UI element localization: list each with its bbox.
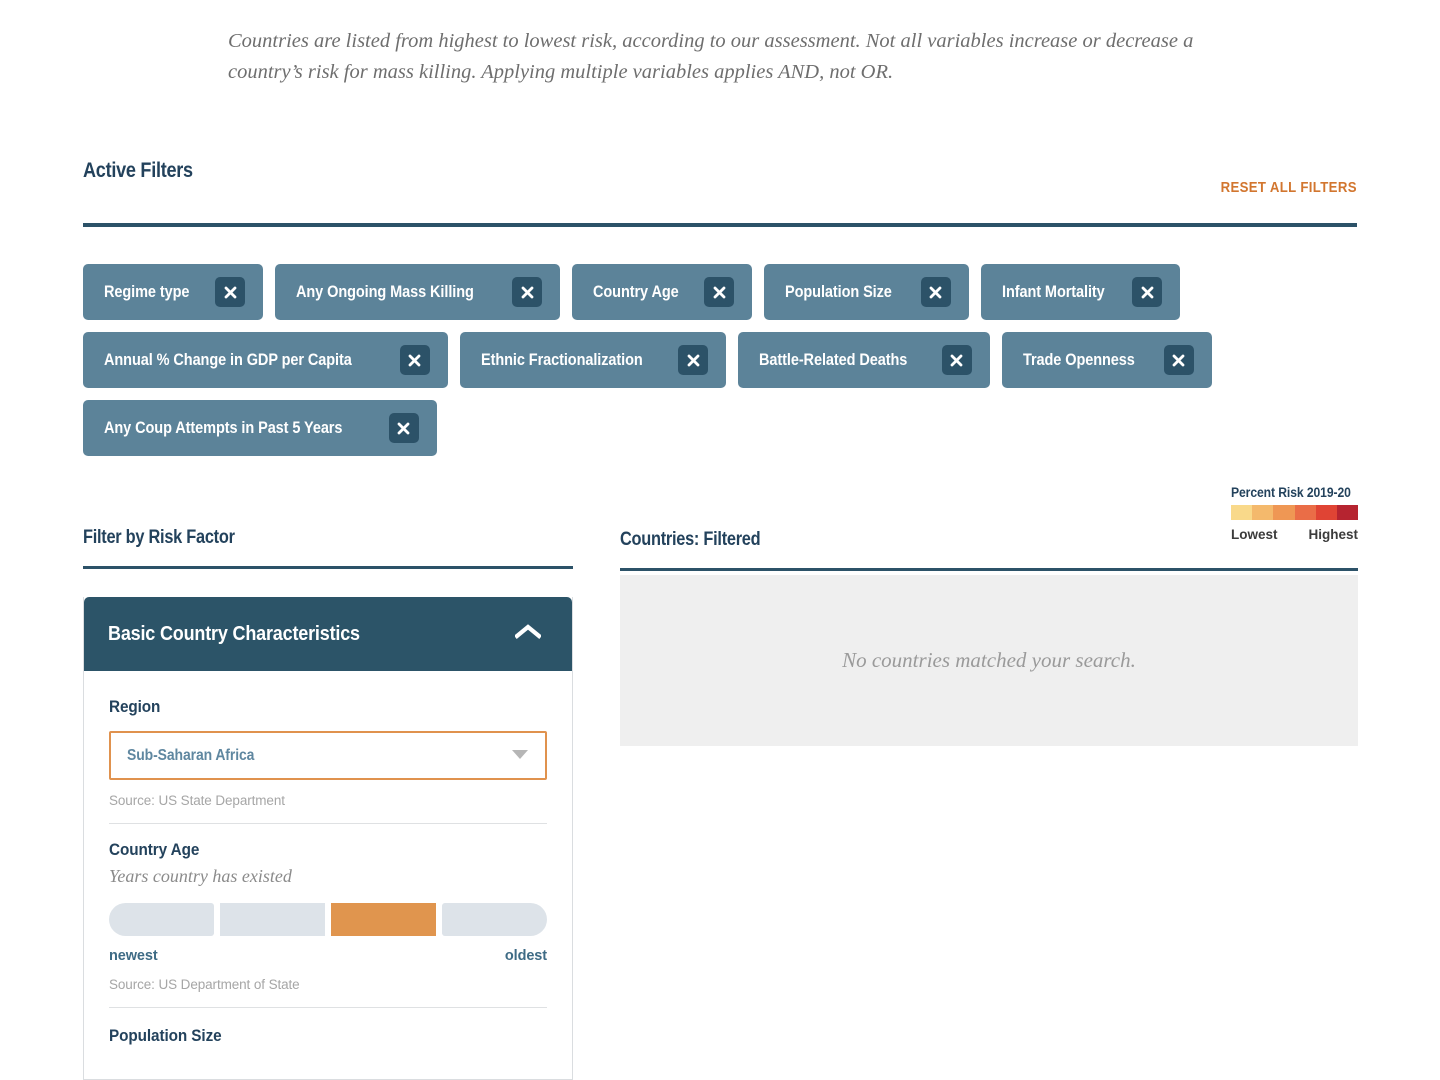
active-filters-divider <box>83 223 1357 227</box>
field-divider <box>109 1007 547 1008</box>
basic-country-characteristics-panel: Basic Country Characteristics Region Sub… <box>83 597 573 1080</box>
population-size-label: Population Size <box>109 1026 222 1045</box>
legend-swatch <box>1252 505 1274 520</box>
country-age-segment-slider[interactable] <box>109 903 547 936</box>
remove-filter-icon[interactable] <box>399 345 430 375</box>
remove-filter-icon[interactable] <box>388 413 419 443</box>
filter-chip[interactable]: Any Coup Attempts in Past 5 Years <box>83 400 437 456</box>
countries-column-header: Countries: Filtered <box>620 529 1358 571</box>
filter-chip-label: Trade Openness <box>1022 350 1135 369</box>
country-age-source: Source: US Department of State <box>109 977 300 992</box>
remove-filter-icon[interactable] <box>704 277 735 307</box>
legend-swatch <box>1294 505 1316 520</box>
chip-row: Any Coup Attempts in Past 5 Years <box>83 400 1363 456</box>
filter-chip-label: Population Size <box>785 282 893 301</box>
filter-chip-label: Regime type <box>104 282 190 301</box>
filter-chip-label: Any Ongoing Mass Killing <box>296 282 474 301</box>
filter-column-divider <box>83 566 573 569</box>
risk-assessment-page: Countries are listed from highest to low… <box>0 0 1440 1080</box>
filter-chip-label: Battle-Related Deaths <box>759 350 908 369</box>
filter-chip[interactable]: Any Ongoing Mass Killing <box>275 264 561 320</box>
country-age-max-label: oldest <box>504 948 547 964</box>
reset-all-filters-button[interactable]: RESET ALL FILTERS <box>1221 179 1357 196</box>
remove-filter-icon[interactable] <box>512 277 543 307</box>
filter-chip[interactable]: Regime type <box>83 264 264 320</box>
empty-state-message: No countries matched your search. <box>842 648 1136 672</box>
filter-chip[interactable]: Ethnic Fractionalization <box>459 332 727 388</box>
remove-filter-icon[interactable] <box>1132 277 1163 307</box>
country-age-range-labels: newest oldest <box>109 948 547 964</box>
chevron-up-icon[interactable] <box>514 623 542 645</box>
field-divider <box>109 823 547 824</box>
filter-chip[interactable]: Infant Mortality <box>980 264 1181 320</box>
remove-filter-icon[interactable] <box>941 345 972 375</box>
countries-column-divider <box>620 568 1358 571</box>
intro-paragraph: Countries are listed from highest to low… <box>228 30 1194 83</box>
panel-body: Region Sub-Saharan Africa Source: US Sta… <box>84 671 572 1046</box>
filter-chip[interactable]: Trade Openness <box>1001 332 1212 388</box>
active-filters-heading: Active Filters <box>83 159 193 182</box>
country-age-segment-4[interactable] <box>442 903 547 936</box>
legend-title: Percent Risk 2019-20 <box>1231 485 1351 500</box>
remove-filter-icon[interactable] <box>678 345 709 375</box>
chevron-down-icon[interactable] <box>511 747 529 765</box>
active-filter-chip-list: Regime type Any Ongoing Mass Killing Cou… <box>83 264 1363 468</box>
countries-empty-state: No countries matched your search. <box>620 575 1358 746</box>
remove-filter-icon[interactable] <box>215 277 246 307</box>
legend-gradient-bar <box>1231 505 1359 520</box>
legend-swatch <box>1336 505 1359 520</box>
country-age-segment-1[interactable] <box>109 903 214 936</box>
region-select[interactable]: Sub-Saharan Africa <box>109 731 547 780</box>
chip-row: Regime type Any Ongoing Mass Killing Cou… <box>83 264 1363 320</box>
region-label: Region <box>109 697 161 716</box>
legend-swatch <box>1231 505 1253 520</box>
country-age-label: Country Age <box>109 840 200 859</box>
filter-column-header: Filter by Risk Factor <box>83 527 573 569</box>
legend-swatch <box>1273 505 1295 520</box>
region-source: Source: US State Department <box>109 793 285 808</box>
filter-chip[interactable]: Country Age <box>572 264 753 320</box>
filter-chip-label: Infant Mortality <box>1001 282 1105 301</box>
filter-chip[interactable]: Annual % Change in GDP per Capita <box>83 332 448 388</box>
filter-chip[interactable]: Battle-Related Deaths <box>738 332 990 388</box>
chip-row: Annual % Change in GDP per Capita Ethnic… <box>83 332 1363 388</box>
country-age-segment-2[interactable] <box>220 903 325 936</box>
countries-filtered-heading: Countries: Filtered <box>620 529 761 550</box>
filter-chip-label: Any Coup Attempts in Past 5 Years <box>104 418 343 437</box>
legend-swatch <box>1315 505 1337 520</box>
filter-by-risk-factor-heading: Filter by Risk Factor <box>83 527 235 548</box>
country-age-min-label: newest <box>109 948 158 964</box>
filter-chip-label: Country Age <box>593 282 679 301</box>
remove-filter-icon[interactable] <box>1163 345 1194 375</box>
panel-title: Basic Country Characteristics <box>108 622 360 645</box>
region-select-value: Sub-Saharan Africa <box>127 746 255 764</box>
filter-chip-label: Annual % Change in GDP per Capita <box>104 350 352 369</box>
filter-chip[interactable]: Population Size <box>764 264 969 320</box>
panel-header-toggle[interactable]: Basic Country Characteristics <box>84 597 572 671</box>
remove-filter-icon[interactable] <box>920 277 951 307</box>
country-age-sublabel: Years country has existed <box>109 866 292 886</box>
country-age-segment-3[interactable] <box>331 903 436 936</box>
filter-chip-label: Ethnic Fractionalization <box>480 350 643 369</box>
